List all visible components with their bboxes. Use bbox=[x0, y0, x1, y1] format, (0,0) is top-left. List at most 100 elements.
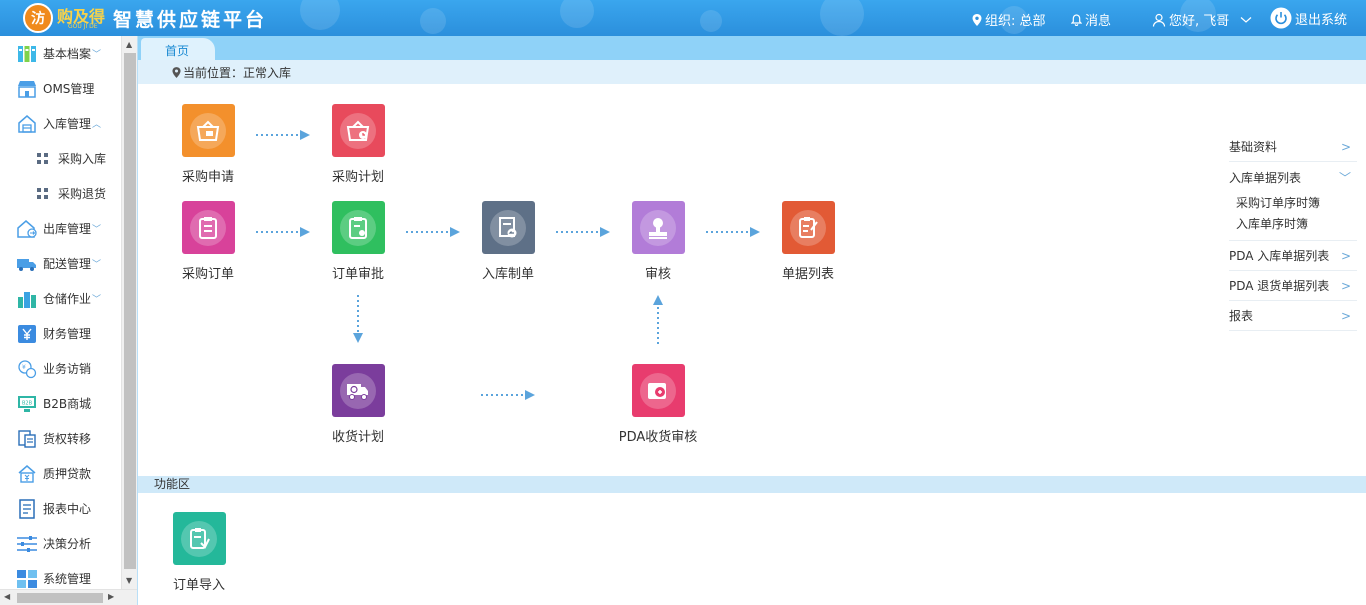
flow-node-purchase-plan[interactable]: 采购计划 bbox=[318, 104, 398, 185]
header-decoration bbox=[300, 0, 340, 30]
blocks-icon bbox=[16, 568, 38, 590]
main-content: 首页 当前位置：正常入库 采购申请 采购计划 采购订单 订单审批 入库制单 审核… bbox=[137, 36, 1366, 605]
function-area-title: 功能区 bbox=[138, 476, 1366, 493]
rp-pda-return-list[interactable]: PDA 退货单据列表 > bbox=[1229, 271, 1357, 301]
logo-subtext: GOU JI DE bbox=[68, 23, 98, 30]
header-decoration bbox=[420, 8, 446, 34]
sidebar-subitem-purchase-in[interactable]: 采购入库 bbox=[0, 141, 121, 176]
org-selector[interactable]: 组织: 总部 bbox=[972, 10, 1046, 29]
rp-basic-info[interactable]: 基础资料 > bbox=[1229, 132, 1357, 162]
flow-node-label: 单据列表 bbox=[781, 267, 834, 282]
sidebar-item-b2b[interactable]: B2B B2B商城 bbox=[0, 386, 121, 421]
flow-arrow-right bbox=[706, 227, 760, 237]
chevron-right-icon: > bbox=[1340, 248, 1351, 263]
flow-node-purchase-order[interactable]: 采购订单 bbox=[168, 201, 248, 282]
header-decoration bbox=[820, 0, 864, 36]
platform-title: 智慧供应链平台 bbox=[113, 9, 268, 31]
sidebar-item-label: 基本档案 bbox=[43, 47, 92, 61]
flow-node-pda-receive-audit[interactable]: PDA收货审核 bbox=[618, 364, 698, 445]
chevron-right-icon: > bbox=[1340, 139, 1351, 154]
sidebar-item-label: 业务访销 bbox=[43, 362, 92, 376]
purchase-plan-icon bbox=[331, 104, 385, 157]
sidebar-item-decision-analysis[interactable]: 决策分析 bbox=[0, 526, 121, 561]
flow-node-label: 订单导入 bbox=[172, 578, 225, 593]
rp-sub-inbound-journal[interactable]: 入库单序时簿 bbox=[1229, 213, 1357, 234]
tab-home[interactable]: 首页 bbox=[141, 38, 215, 60]
document-return-icon bbox=[481, 201, 535, 254]
report-icon bbox=[16, 498, 38, 520]
loan-icon bbox=[16, 463, 38, 485]
sidebar-item-label: 报表中心 bbox=[43, 502, 92, 516]
scroll-down-icon[interactable]: ▼ bbox=[126, 576, 132, 585]
sidebar-item-sales-visit[interactable]: ¥ 业务访销 bbox=[0, 351, 121, 386]
greeting-label: 您好, 飞哥 bbox=[1169, 14, 1230, 29]
location-pin-icon bbox=[172, 66, 181, 78]
import-clipboard-icon bbox=[172, 512, 226, 565]
flow-node-purchase-apply[interactable]: 采购申请 bbox=[168, 104, 248, 185]
location-pin-icon bbox=[972, 13, 982, 26]
sidebar-item-system[interactable]: 系统管理 bbox=[0, 561, 121, 589]
flow-node-label: PDA收货审核 bbox=[618, 430, 698, 445]
sidebar-item-pledge-loan[interactable]: 质押贷款 bbox=[0, 456, 121, 491]
chevron-down-icon: ﹀ bbox=[1338, 170, 1351, 185]
sidebar-item-finance[interactable]: 财务管理 bbox=[0, 316, 121, 351]
chevron-up-icon: ︿ bbox=[92, 120, 102, 130]
rp-sub-purchase-order-journal[interactable]: 采购订单序时簿 bbox=[1229, 192, 1357, 213]
chevron-down-icon: ﹀ bbox=[92, 50, 102, 60]
sidebar-item-label: 入库管理 bbox=[43, 117, 92, 131]
buildings-icon bbox=[16, 288, 38, 310]
flow-arrow-right bbox=[481, 390, 535, 400]
chevron-down-icon: ﹀ bbox=[92, 225, 102, 235]
sidebar-item-ownership-transfer[interactable]: 货权转移 bbox=[0, 421, 121, 456]
user-menu[interactable]: 您好, 飞哥 bbox=[1152, 10, 1252, 29]
org-label: 组织: 总部 bbox=[985, 14, 1046, 29]
sidebar-item-basic-archive[interactable]: 基本档案 ﹀ bbox=[0, 36, 121, 71]
sidebar-item-outbound[interactable]: 出库管理 ﹀ bbox=[0, 211, 121, 246]
flow-node-receive-plan[interactable]: 收货计划 bbox=[318, 364, 398, 445]
store-icon bbox=[16, 78, 38, 100]
b2b-icon: B2B bbox=[16, 393, 38, 415]
sidebar-item-label: 配送管理 bbox=[43, 257, 92, 271]
scroll-left-icon[interactable]: ◀ bbox=[4, 592, 10, 601]
chevron-down-icon: ﹀ bbox=[92, 295, 102, 305]
messages-link[interactable]: 消息 bbox=[1071, 10, 1111, 29]
sidebar-item-label: 质押贷款 bbox=[43, 467, 92, 481]
visit-icon: ¥ bbox=[16, 358, 38, 380]
chevron-right-icon: > bbox=[1340, 308, 1351, 323]
svg-text:B2B: B2B bbox=[22, 400, 33, 406]
flow-node-inbound-make[interactable]: 入库制单 bbox=[468, 201, 548, 282]
power-icon bbox=[1270, 7, 1292, 29]
rp-label: PDA 退货单据列表 bbox=[1229, 279, 1330, 293]
rp-report[interactable]: 报表 > bbox=[1229, 301, 1357, 331]
logout-button[interactable]: 退出系统 bbox=[1270, 7, 1347, 29]
scrollbar-thumb[interactable] bbox=[124, 53, 136, 569]
grid-icon bbox=[37, 188, 48, 199]
warehouse-in-icon bbox=[16, 113, 38, 135]
sidebar-vertical-scrollbar[interactable]: ▲ ▼ bbox=[121, 36, 137, 589]
scrollbar-thumb[interactable] bbox=[17, 593, 103, 603]
function-order-import[interactable]: 订单导入 bbox=[159, 512, 239, 593]
sidebar-item-storage[interactable]: 仓储作业 ﹀ bbox=[0, 281, 121, 316]
yen-icon bbox=[16, 323, 38, 345]
flow-arrow-right bbox=[406, 227, 460, 237]
flow-node-order-review[interactable]: 订单审批 bbox=[318, 201, 398, 282]
sidebar: 基本档案 ﹀ OMS管理 入库管理 ︿ 采购入库 采购退货 出库管理 ﹀ 配送管理 ﹀ … bbox=[0, 36, 121, 589]
rp-inbound-list[interactable]: 入库单据列表 ﹀ bbox=[1229, 162, 1357, 192]
rp-pda-inbound-list[interactable]: PDA 入库单据列表 > bbox=[1229, 241, 1357, 271]
sidebar-item-inbound[interactable]: 入库管理 ︿ bbox=[0, 106, 121, 141]
scroll-up-icon[interactable]: ▲ bbox=[126, 40, 132, 49]
grid-icon bbox=[37, 153, 48, 164]
sidebar-item-label: 决策分析 bbox=[43, 537, 92, 551]
scroll-right-icon[interactable]: ▶ bbox=[108, 592, 114, 601]
sidebar-item-oms[interactable]: OMS管理 bbox=[0, 71, 121, 106]
sidebar-subitem-purchase-return[interactable]: 采购退货 bbox=[0, 176, 121, 211]
flow-node-label: 审核 bbox=[644, 267, 671, 282]
tab-bar: 首页 bbox=[138, 36, 1366, 60]
sidebar-item-report-center[interactable]: 报表中心 bbox=[0, 491, 121, 526]
flow-node-label: 订单审批 bbox=[331, 267, 384, 282]
flow-node-audit[interactable]: 审核 bbox=[618, 201, 698, 282]
flow-node-doc-list[interactable]: 单据列表 bbox=[768, 201, 848, 282]
sidebar-horizontal-scrollbar[interactable]: ◀ ▶ bbox=[0, 589, 137, 605]
flow-arrow-up bbox=[653, 295, 663, 345]
sidebar-item-delivery[interactable]: 配送管理 ﹀ bbox=[0, 246, 121, 281]
